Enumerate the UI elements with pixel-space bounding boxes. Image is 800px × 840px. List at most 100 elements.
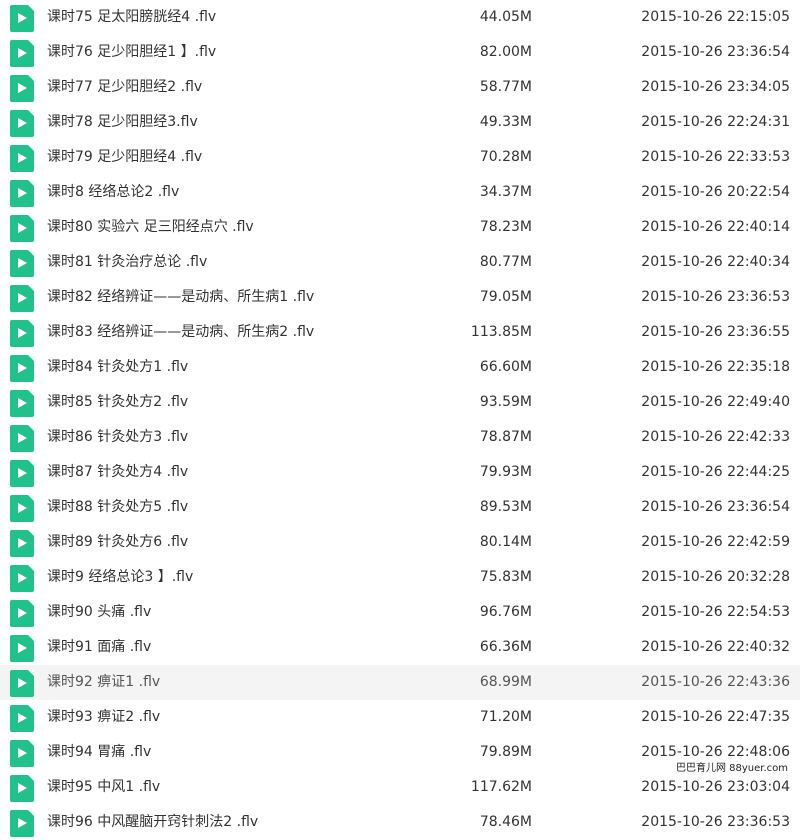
- video-file-icon: [10, 530, 34, 557]
- video-file-icon: [10, 250, 34, 277]
- play-icon: [18, 188, 27, 198]
- file-name[interactable]: 课时84 针灸处方1 .flv: [47, 359, 188, 376]
- play-icon: [18, 293, 27, 303]
- file-row[interactable]: 课时84 针灸处方1 .flv 66.60M 2015-10-26 22:35:18: [0, 350, 800, 385]
- file-modified-date: 2015-10-26 23:34:05: [641, 79, 790, 95]
- file-name[interactable]: 课时90 头痛 .flv: [47, 604, 151, 621]
- file-size: 70.28M: [479, 149, 532, 165]
- file-modified-date: 2015-10-26 22:49:40: [641, 394, 790, 410]
- file-modified-date: 2015-10-26 22:40:14: [641, 219, 790, 235]
- file-modified-date: 2015-10-26 20:22:54: [641, 184, 790, 200]
- file-name[interactable]: 课时93 痹证2 .flv: [47, 709, 160, 726]
- file-name[interactable]: 课时81 针灸治疗总论 .flv: [47, 254, 207, 271]
- video-file-icon: [10, 810, 34, 837]
- file-row[interactable]: 课时88 针灸处方5 .flv 89.53M 2015-10-26 23:36:54: [0, 490, 800, 525]
- file-row[interactable]: 课时9 经络总论3 】.flv 75.83M 2015-10-26 20:32:28: [0, 560, 800, 595]
- file-row[interactable]: 课时77 足少阳胆经2 .flv 58.77M 2015-10-26 23:34:0…: [0, 70, 800, 105]
- video-file-icon: [10, 110, 34, 137]
- file-row[interactable]: 课时96 中风醒脑开窍针刺法2 .flv 78.46M 2015-10-26 23:…: [0, 805, 800, 840]
- play-icon: [18, 608, 27, 618]
- play-icon: [18, 153, 27, 163]
- file-size: 58.77M: [479, 79, 532, 95]
- file-modified-date: 2015-10-26 22:43:36: [641, 674, 790, 690]
- file-row[interactable]: 课时79 足少阳胆经4 .flv 70.28M 2015-10-26 22:33:5…: [0, 140, 800, 175]
- play-icon: [18, 468, 27, 478]
- file-modified-date: 2015-10-26 22:40:34: [641, 254, 790, 270]
- file-name[interactable]: 课时78 足少阳胆经3.flv: [47, 114, 198, 131]
- file-row[interactable]: 课时90 头痛 .flv 96.76M 2015-10-26 22:54:53: [0, 595, 800, 630]
- file-name[interactable]: 课时79 足少阳胆经4 .flv: [47, 149, 202, 166]
- file-row[interactable]: 课时76 足少阳胆经1 】.flv 82.00M 2015-10-26 23:36:…: [0, 35, 800, 70]
- file-name[interactable]: 课时80 实验六 足三阳经点穴 .flv: [47, 219, 254, 236]
- file-name[interactable]: 课时86 针灸处方3 .flv: [47, 429, 188, 446]
- video-file-icon: [10, 670, 34, 697]
- file-row[interactable]: 课时83 经络辨证——是动病、所生病2 .flv 113.85M 2015-10-2…: [0, 315, 800, 350]
- file-row[interactable]: 课时95 中风1 .flv 117.62M 2015-10-26 23:03:04: [0, 770, 800, 805]
- file-modified-date: 2015-10-26 22:47:35: [641, 709, 790, 725]
- file-modified-date: 2015-10-26 22:24:31: [641, 114, 790, 130]
- file-row[interactable]: 课时78 足少阳胆经3.flv 49.33M 2015-10-26 22:24:31: [0, 105, 800, 140]
- file-size: 71.20M: [479, 709, 532, 725]
- file-modified-date: 2015-10-26 22:33:53: [641, 149, 790, 165]
- file-size: 89.53M: [479, 499, 532, 515]
- play-icon: [18, 538, 27, 548]
- file-name[interactable]: 课时77 足少阳胆经2 .flv: [47, 79, 202, 96]
- file-name[interactable]: 课时96 中风醒脑开窍针刺法2 .flv: [47, 814, 258, 831]
- file-size: 44.05M: [479, 9, 532, 25]
- file-name[interactable]: 课时88 针灸处方5 .flv: [47, 499, 188, 516]
- file-size: 80.77M: [479, 254, 532, 270]
- file-row[interactable]: 课时91 面痛 .flv 66.36M 2015-10-26 22:40:32: [0, 630, 800, 665]
- file-modified-date: 2015-10-26 22:40:32: [641, 639, 790, 655]
- file-name[interactable]: 课时83 经络辨证——是动病、所生病2 .flv: [47, 324, 314, 341]
- video-file-icon: [10, 75, 34, 102]
- file-row[interactable]: 课时75 足太阳膀胱经4 .flv 44.05M 2015-10-26 22:15:…: [0, 0, 800, 35]
- play-icon: [18, 223, 27, 233]
- file-name[interactable]: 课时91 面痛 .flv: [47, 639, 151, 656]
- video-file-icon: [10, 425, 34, 452]
- file-row[interactable]: 课时82 经络辨证——是动病、所生病1 .flv 79.05M 2015-10-26…: [0, 280, 800, 315]
- file-name[interactable]: 课时89 针灸处方6 .flv: [47, 534, 188, 551]
- video-file-icon: [10, 355, 34, 382]
- file-size: 78.87M: [479, 429, 532, 445]
- file-row[interactable]: 课时86 针灸处方3 .flv 78.87M 2015-10-26 22:42:33: [0, 420, 800, 455]
- file-row[interactable]: 课时85 针灸处方2 .flv 93.59M 2015-10-26 22:49:40: [0, 385, 800, 420]
- file-row[interactable]: 课时92 痹证1 .flv 68.99M 2015-10-26 22:43:36: [0, 665, 800, 700]
- file-name[interactable]: 课时87 针灸处方4 .flv: [47, 464, 188, 481]
- file-name[interactable]: 课时95 中风1 .flv: [47, 779, 160, 796]
- file-modified-date: 2015-10-26 23:36:54: [641, 44, 790, 60]
- play-icon: [18, 48, 27, 58]
- play-icon: [18, 83, 27, 93]
- file-name[interactable]: 课时9 经络总论3 】.flv: [47, 569, 193, 586]
- file-row[interactable]: 课时93 痹证2 .flv 71.20M 2015-10-26 22:47:35: [0, 700, 800, 735]
- file-name[interactable]: 课时76 足少阳胆经1 】.flv: [47, 44, 216, 61]
- play-icon: [18, 13, 27, 23]
- file-row[interactable]: 课时81 针灸治疗总论 .flv 80.77M 2015-10-26 22:40:3…: [0, 245, 800, 280]
- play-icon: [18, 678, 27, 688]
- video-file-icon: [10, 495, 34, 522]
- file-row[interactable]: 课时87 针灸处方4 .flv 79.93M 2015-10-26 22:44:25: [0, 455, 800, 490]
- play-icon: [18, 503, 27, 513]
- file-size: 68.99M: [479, 674, 532, 690]
- file-size: 66.36M: [479, 639, 532, 655]
- video-file-icon: [10, 285, 34, 312]
- play-icon: [18, 643, 27, 653]
- file-name[interactable]: 课时94 胃痛 .flv: [47, 744, 151, 761]
- file-name[interactable]: 课时82 经络辨证——是动病、所生病1 .flv: [47, 289, 314, 306]
- file-name[interactable]: 课时85 针灸处方2 .flv: [47, 394, 188, 411]
- file-row[interactable]: 课时80 实验六 足三阳经点穴 .flv 78.23M 2015-10-26 22:…: [0, 210, 800, 245]
- file-size: 117.62M: [470, 779, 532, 795]
- file-name[interactable]: 课时75 足太阳膀胱经4 .flv: [47, 9, 216, 26]
- play-icon: [18, 258, 27, 268]
- play-icon: [18, 748, 27, 758]
- file-row[interactable]: 课时89 针灸处方6 .flv 80.14M 2015-10-26 22:42:59: [0, 525, 800, 560]
- file-size: 79.05M: [479, 289, 532, 305]
- file-modified-date: 2015-10-26 22:48:06: [641, 744, 790, 760]
- play-icon: [18, 398, 27, 408]
- file-name[interactable]: 课时92 痹证1 .flv: [47, 674, 160, 691]
- watermark-text: 巴巴育儿网 88yuer.com: [675, 763, 788, 774]
- video-file-icon: [10, 460, 34, 487]
- file-row[interactable]: 课时8 经络总论2 .flv 34.37M 2015-10-26 20:22:54: [0, 175, 800, 210]
- play-icon: [18, 328, 27, 338]
- file-modified-date: 2015-10-26 22:54:53: [641, 604, 790, 620]
- file-name[interactable]: 课时8 经络总论2 .flv: [47, 184, 179, 201]
